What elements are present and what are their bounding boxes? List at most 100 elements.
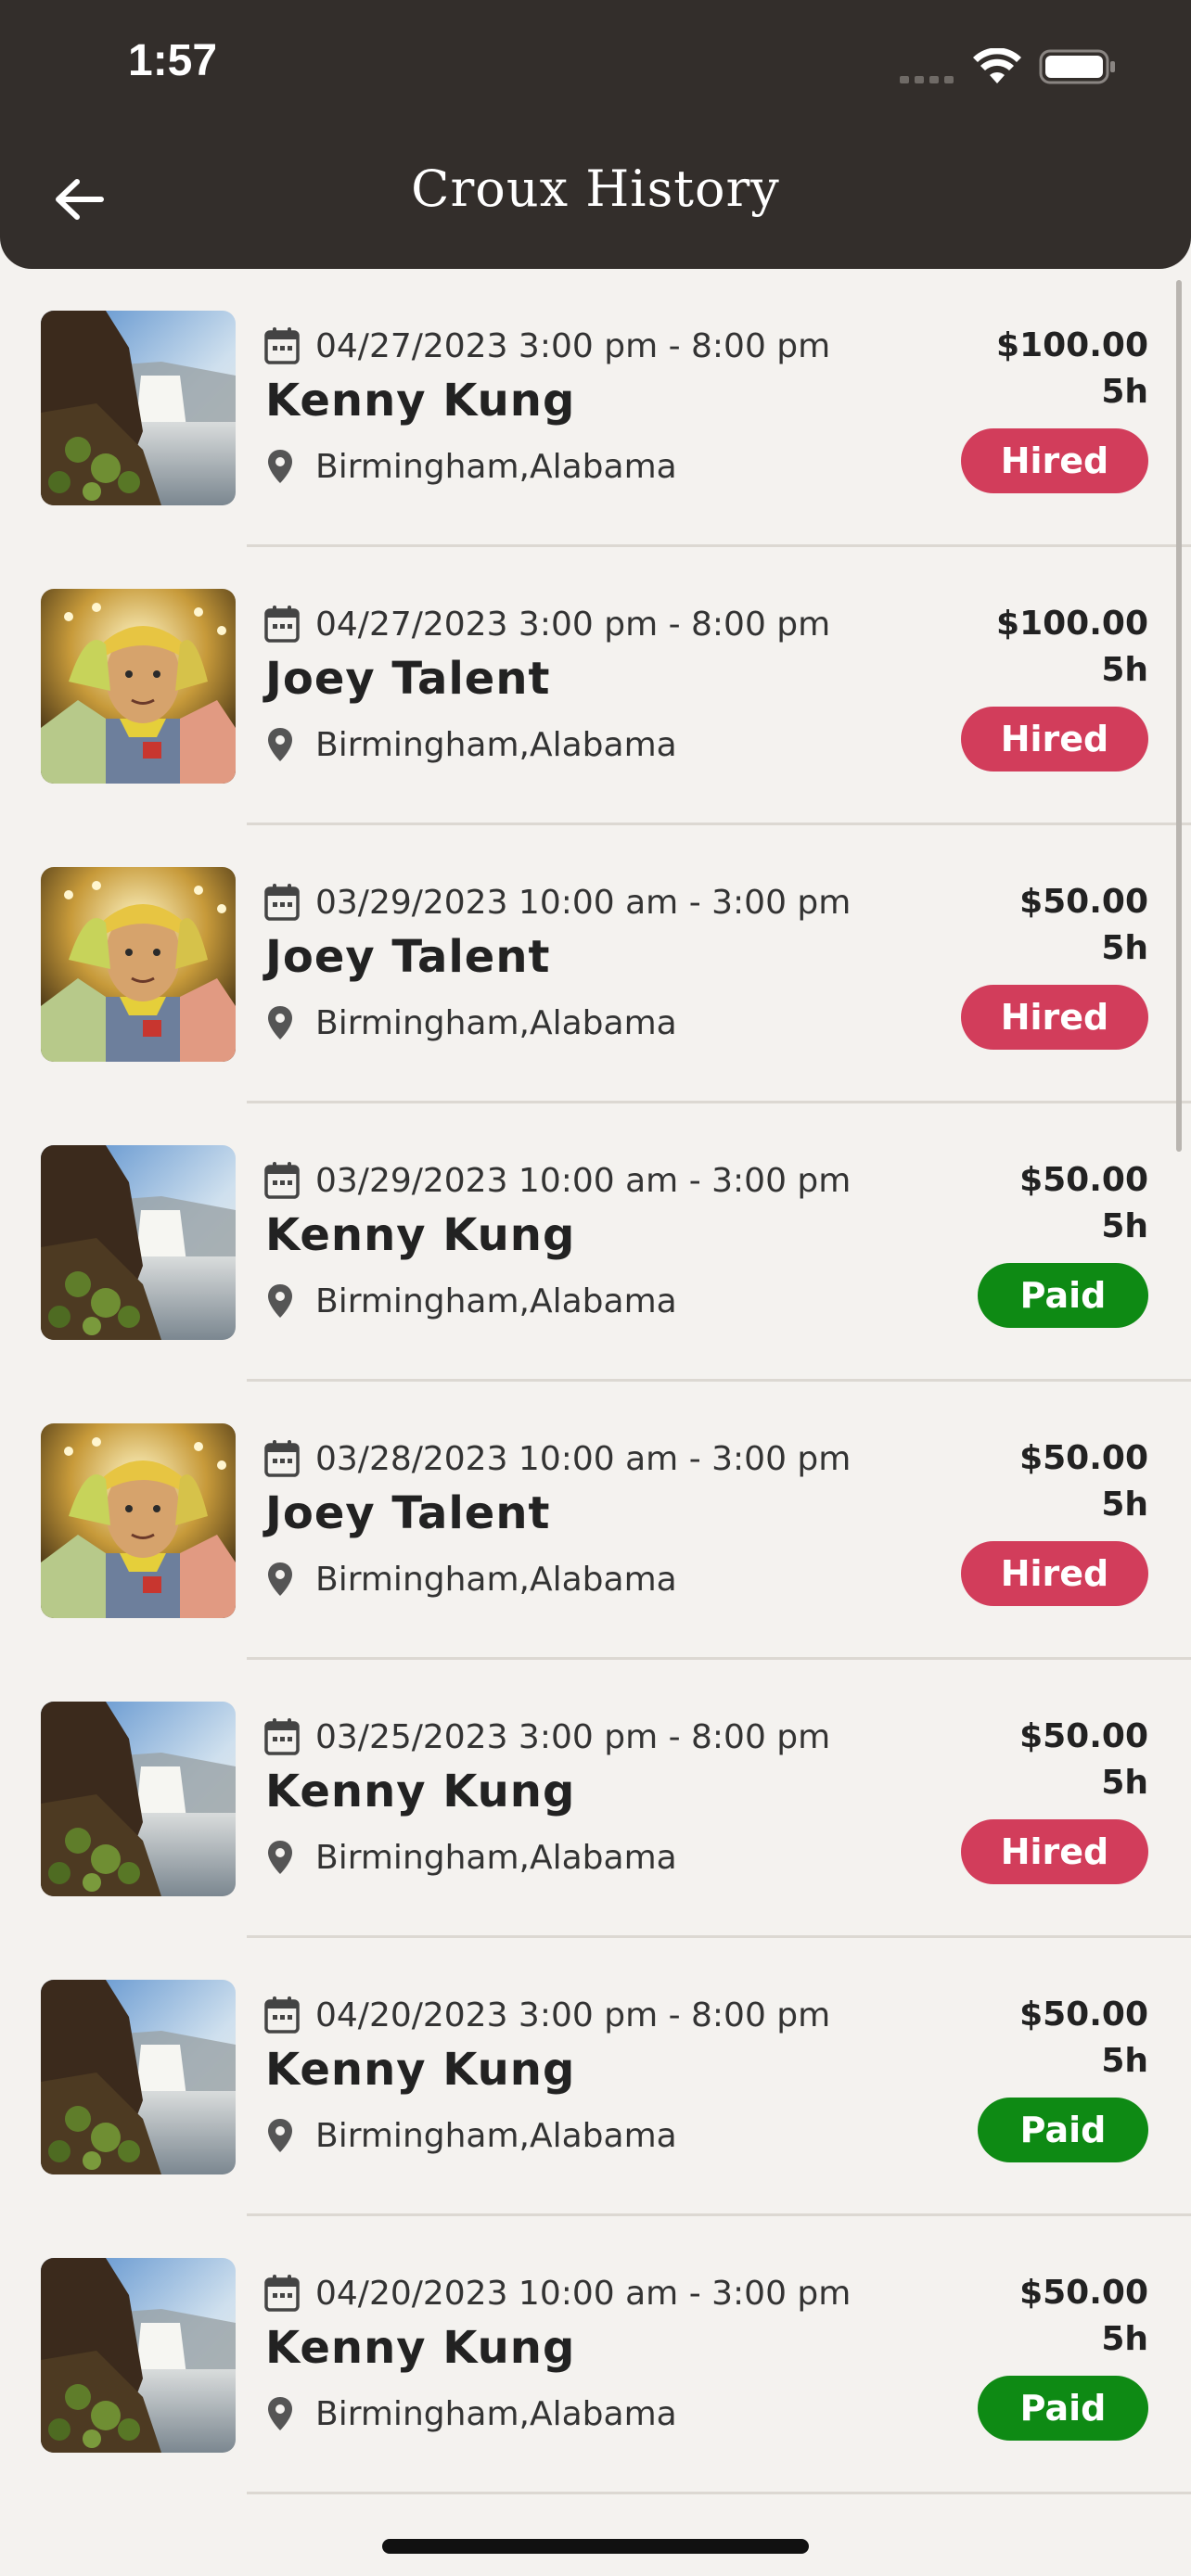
status-badge: Hired <box>961 1819 1148 1884</box>
date-range: 03/25/2023 3:00 pm - 8:00 pm <box>315 1717 831 1756</box>
home-indicator[interactable] <box>382 2539 809 2554</box>
location-line: Birmingham,Alabama <box>267 1834 677 1881</box>
status-badge: Paid <box>978 2376 1148 2441</box>
duration: 5h <box>1101 651 1148 689</box>
price: $100.00 <box>996 326 1148 364</box>
location-text: Birmingham,Alabama <box>315 725 677 764</box>
duration: 5h <box>1101 1207 1148 1245</box>
date-range: 04/27/2023 3:00 pm - 8:00 pm <box>315 605 831 644</box>
scrollbar[interactable] <box>1176 280 1182 1152</box>
date-range: 03/28/2023 10:00 am - 3:00 pm <box>315 1439 852 1478</box>
location-line: Birmingham,Alabama <box>267 1000 677 1046</box>
profile-photo <box>41 589 236 784</box>
duration: 5h <box>1101 1764 1148 1802</box>
talent-name: Kenny Kung <box>265 2044 576 2096</box>
calendar-icon <box>264 327 300 364</box>
duration: 5h <box>1101 2320 1148 2358</box>
calendar-icon <box>264 1996 300 2034</box>
location-line: Birmingham,Alabama <box>267 721 677 768</box>
status-badge: Paid <box>978 2098 1148 2162</box>
date-line: 04/27/2023 3:00 pm - 8:00 pm <box>263 601 830 647</box>
location-text: Birmingham,Alabama <box>315 2116 677 2155</box>
calendar-icon <box>264 884 300 921</box>
profile-photo <box>41 1423 236 1618</box>
status-badge: Hired <box>961 428 1148 493</box>
calendar-icon <box>264 1718 300 1755</box>
location-text: Birmingham,Alabama <box>315 1560 677 1599</box>
duration: 5h <box>1101 373 1148 411</box>
calendar-icon <box>264 606 300 643</box>
location-pin-icon <box>268 1006 292 1039</box>
history-item[interactable]: 04/27/2023 3:00 pm - 8:00 pm Joey Talent… <box>0 547 1191 825</box>
history-item[interactable]: 03/25/2023 3:00 pm - 8:00 pm Kenny Kung … <box>0 1660 1191 1938</box>
history-item[interactable]: 03/29/2023 10:00 am - 3:00 pm Joey Talen… <box>0 825 1191 1103</box>
location-line: Birmingham,Alabama <box>267 2391 677 2437</box>
date-range: 04/20/2023 3:00 pm - 8:00 pm <box>315 1996 831 2034</box>
price: $50.00 <box>1019 1717 1148 1755</box>
location-pin-icon <box>268 1841 292 1874</box>
status-badge: Hired <box>961 1541 1148 1606</box>
battery-icon <box>1039 49 1115 84</box>
profile-photo <box>41 1702 236 1896</box>
calendar-icon <box>264 1162 300 1199</box>
price: $100.00 <box>996 605 1148 643</box>
price: $50.00 <box>1019 2274 1148 2312</box>
location-line: Birmingham,Alabama <box>267 443 677 490</box>
location-text: Birmingham,Alabama <box>315 1282 677 1320</box>
location-pin-icon <box>268 450 292 483</box>
location-pin-icon <box>268 728 292 761</box>
talent-name: Joey Talent <box>265 931 551 983</box>
profile-photo <box>41 311 236 505</box>
history-item[interactable]: 04/20/2023 3:00 pm - 8:00 pm Kenny Kung … <box>0 1938 1191 2216</box>
duration: 5h <box>1101 929 1148 967</box>
status-badge: Hired <box>961 707 1148 772</box>
calendar-icon <box>264 1440 300 1477</box>
location-pin-icon <box>268 2119 292 2152</box>
date-line: 03/28/2023 10:00 am - 3:00 pm <box>263 1435 851 1482</box>
date-line: 03/29/2023 10:00 am - 3:00 pm <box>263 879 851 925</box>
app-header: 1:57 Croux History <box>0 0 1191 269</box>
calendar-icon <box>264 2275 300 2312</box>
history-item[interactable]: 04/27/2023 3:00 pm - 8:00 pm Kenny Kung … <box>0 269 1191 547</box>
location-text: Birmingham,Alabama <box>315 1838 677 1877</box>
divider <box>247 2492 1191 2494</box>
price: $50.00 <box>1019 1439 1148 1477</box>
page-title: Croux History <box>411 159 780 218</box>
status-badge: Paid <box>978 1263 1148 1328</box>
status-time: 1:57 <box>128 36 218 85</box>
profile-photo <box>41 1980 236 2174</box>
duration: 5h <box>1101 2042 1148 2080</box>
profile-photo <box>41 1145 236 1340</box>
date-line: 03/25/2023 3:00 pm - 8:00 pm <box>263 1714 830 1760</box>
date-range: 04/20/2023 10:00 am - 3:00 pm <box>315 2274 852 2313</box>
date-line: 04/20/2023 3:00 pm - 8:00 pm <box>263 1992 830 2038</box>
date-range: 03/29/2023 10:00 am - 3:00 pm <box>315 883 852 922</box>
location-pin-icon <box>268 1562 292 1596</box>
status-badge: Hired <box>961 985 1148 1050</box>
talent-name: Kenny Kung <box>265 2322 576 2374</box>
location-text: Birmingham,Alabama <box>315 447 677 486</box>
profile-photo <box>41 867 236 1062</box>
date-range: 04/27/2023 3:00 pm - 8:00 pm <box>315 326 831 365</box>
price: $50.00 <box>1019 1161 1148 1199</box>
date-line: 03/29/2023 10:00 am - 3:00 pm <box>263 1157 851 1204</box>
location-pin-icon <box>268 2397 292 2430</box>
location-line: Birmingham,Alabama <box>267 1556 677 1602</box>
price: $50.00 <box>1019 883 1148 921</box>
location-line: Birmingham,Alabama <box>267 1278 677 1324</box>
talent-name: Joey Talent <box>265 1487 551 1539</box>
wifi-icon <box>973 48 1021 83</box>
history-item[interactable]: 03/29/2023 10:00 am - 3:00 pm Kenny Kung… <box>0 1103 1191 1382</box>
date-range: 03/29/2023 10:00 am - 3:00 pm <box>315 1161 852 1200</box>
location-text: Birmingham,Alabama <box>315 1003 677 1042</box>
location-text: Birmingham,Alabama <box>315 2394 677 2433</box>
history-item[interactable]: 03/28/2023 10:00 am - 3:00 pm Joey Talen… <box>0 1382 1191 1660</box>
talent-name: Joey Talent <box>265 653 551 705</box>
history-list: 04/27/2023 3:00 pm - 8:00 pm Kenny Kung … <box>0 269 1191 2494</box>
cellular-signal-icon <box>900 76 954 83</box>
history-item[interactable]: 04/20/2023 10:00 am - 3:00 pm Kenny Kung… <box>0 2216 1191 2494</box>
location-pin-icon <box>268 1284 292 1318</box>
date-line: 04/20/2023 10:00 am - 3:00 pm <box>263 2270 851 2316</box>
duration: 5h <box>1101 1486 1148 1524</box>
talent-name: Kenny Kung <box>265 1209 576 1261</box>
